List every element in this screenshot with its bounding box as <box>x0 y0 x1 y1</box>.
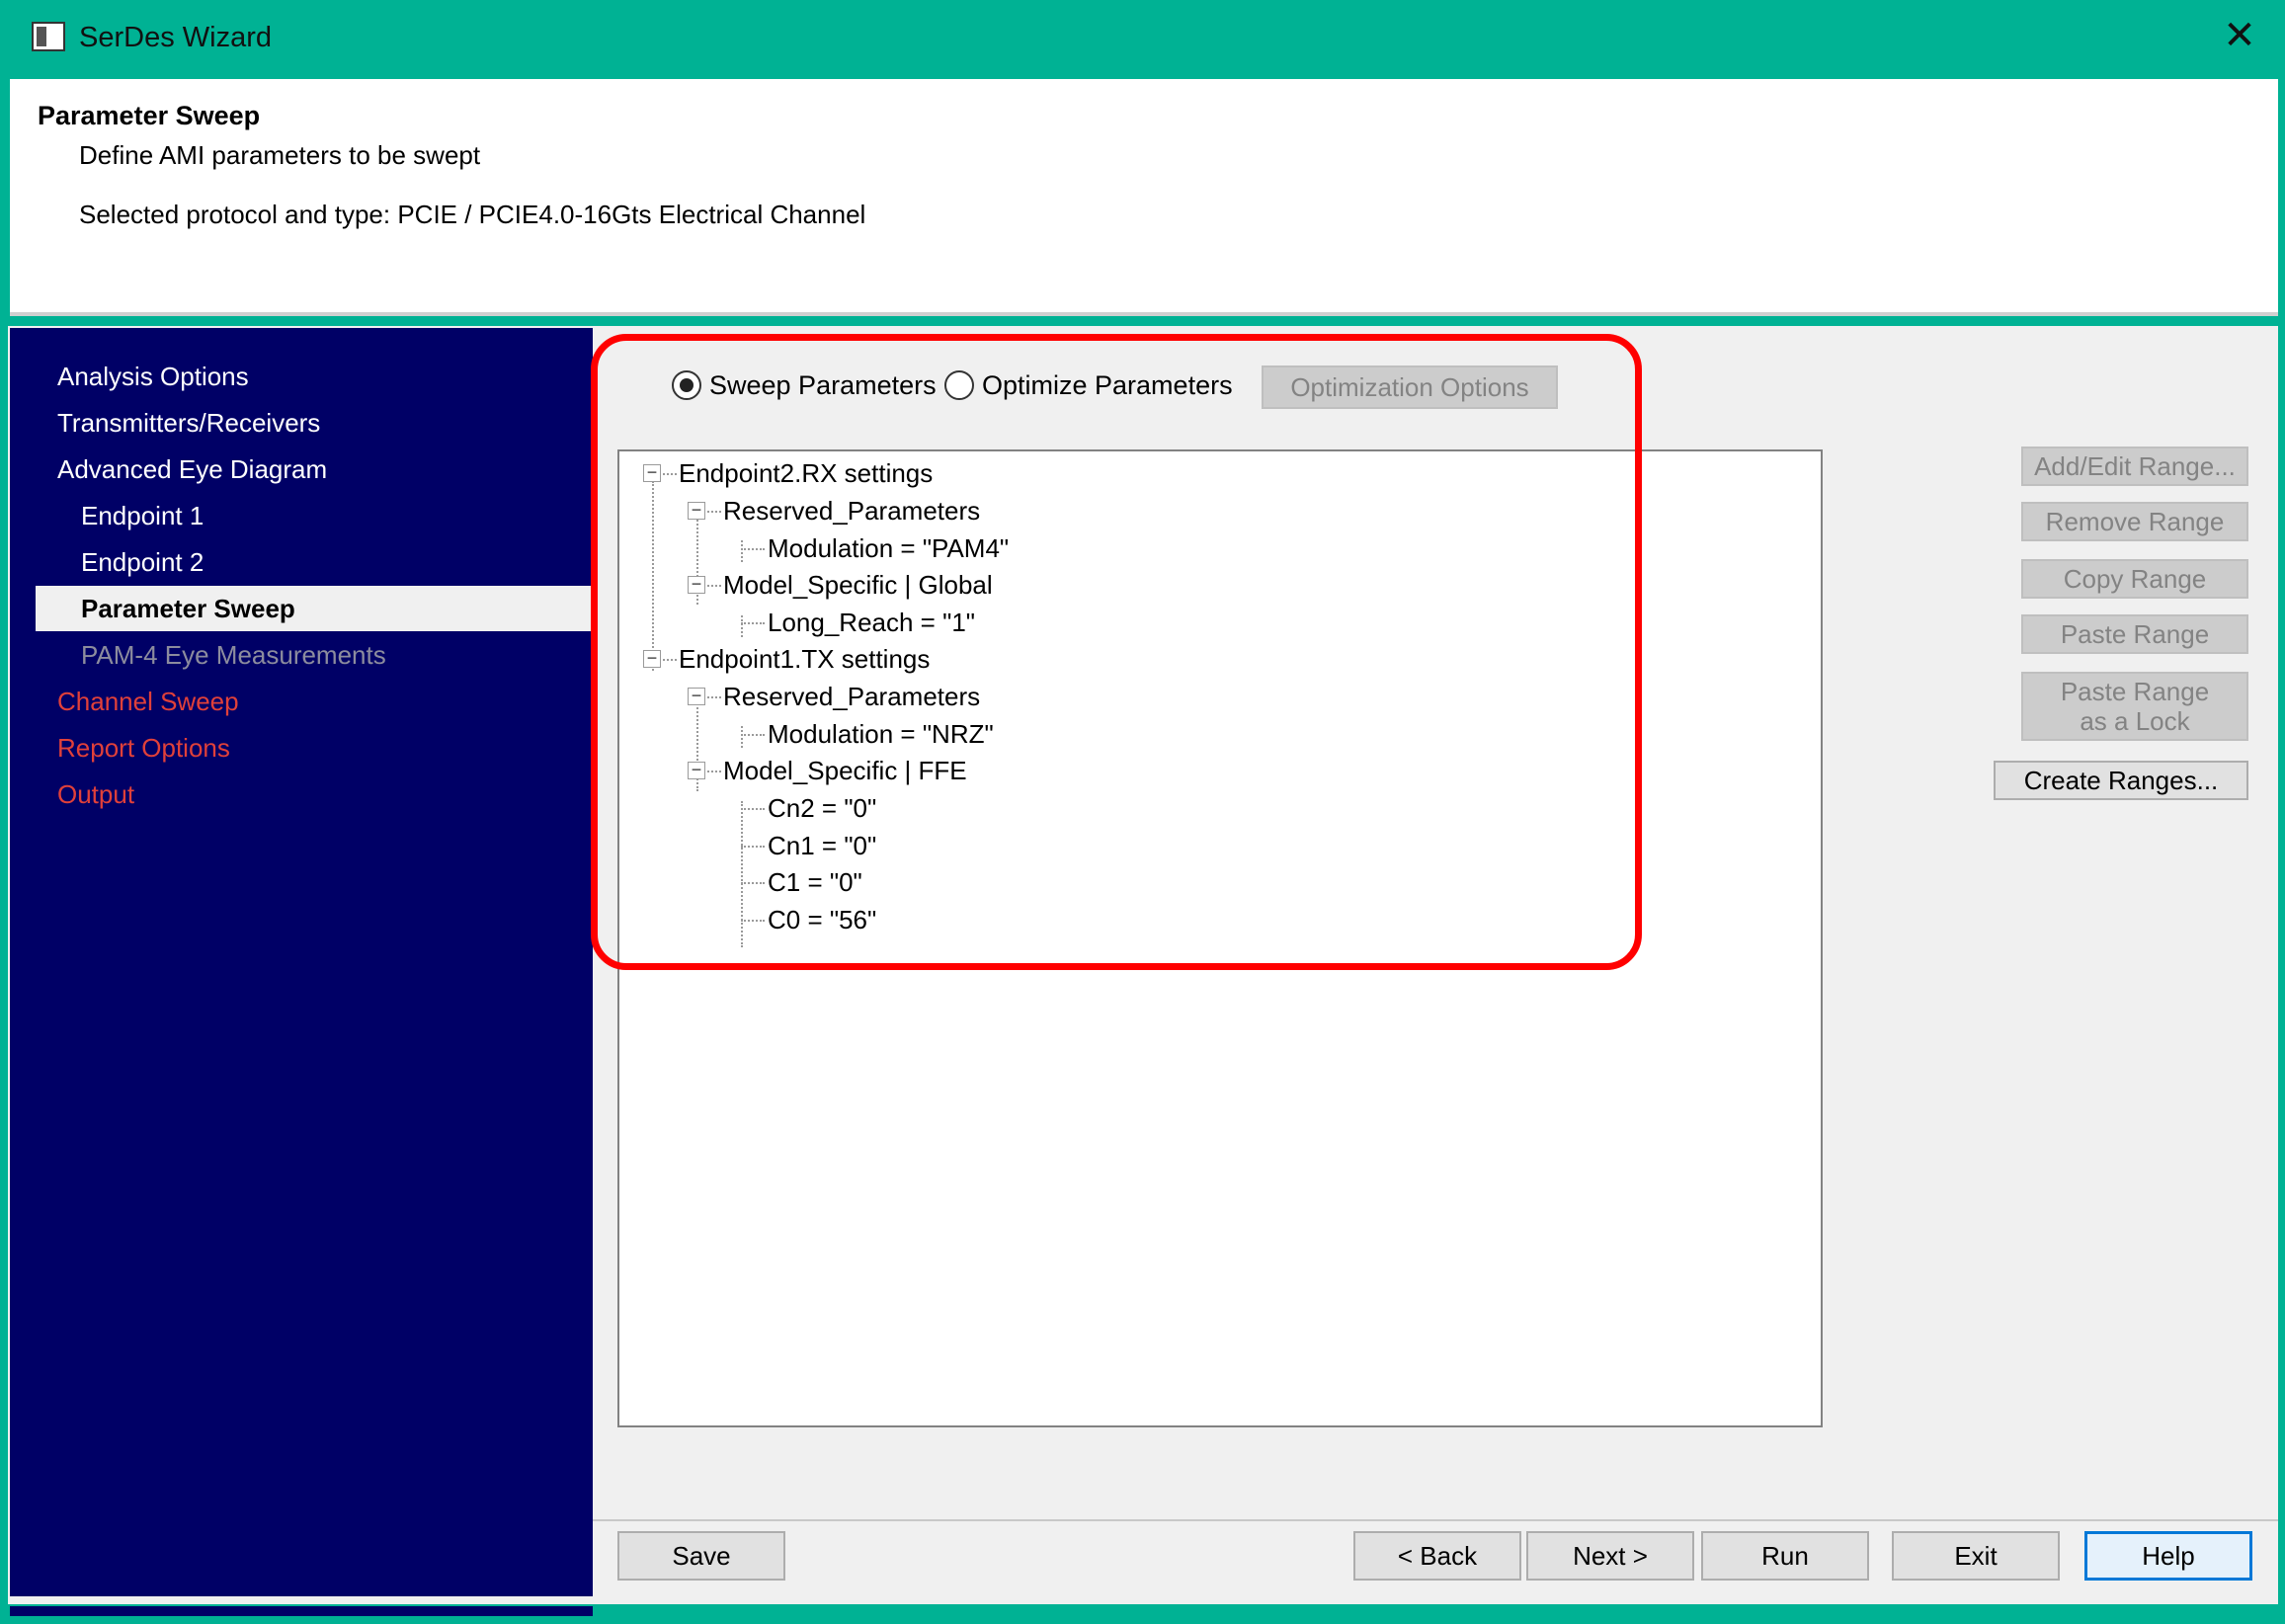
tree-node-parameter[interactable]: Cn2 = "0" <box>768 790 876 826</box>
window-title: SerDes Wizard <box>79 22 272 53</box>
sidebar-item-parameter-sweep[interactable]: Parameter Sweep <box>36 586 599 631</box>
footer-separator <box>593 1519 2278 1521</box>
tree-connector <box>741 801 743 947</box>
tree-node-parameter[interactable]: C0 = "56" <box>768 902 876 937</box>
tree-connector <box>741 622 765 624</box>
parameter-tree[interactable]: − − − − − − Endpoint2.RX settings Reserv… <box>617 449 1823 1427</box>
minus-expander-icon[interactable]: − <box>688 575 705 594</box>
tree-connector <box>741 846 765 848</box>
tree-connector <box>663 473 677 475</box>
minus-expander-icon[interactable]: − <box>688 761 705 779</box>
optimization-options-button: Optimization Options <box>1262 365 1558 409</box>
create-ranges-button[interactable]: Create Ranges... <box>1994 761 2248 800</box>
tree-node-reserved-parameters[interactable]: Reserved_Parameters <box>723 493 980 528</box>
sidebar-item-analysis-options[interactable]: Analysis Options <box>57 354 249 399</box>
sidebar-item-advanced-eye-diagram[interactable]: Advanced Eye Diagram <box>57 447 327 492</box>
tree-connector <box>741 615 743 637</box>
tree-node-model-specific[interactable]: Model_Specific | FFE <box>723 753 967 788</box>
radio-unchecked-icon[interactable] <box>944 370 974 400</box>
sidebar-item-endpoint-2[interactable]: Endpoint 2 <box>81 539 204 585</box>
page-title: Parameter Sweep <box>38 101 261 130</box>
tree-connector <box>741 548 765 550</box>
sidebar-item-output[interactable]: Output <box>57 771 134 817</box>
minus-expander-icon[interactable]: − <box>688 687 705 705</box>
paste-lock-line2: as a Lock <box>2080 706 2190 736</box>
wizard-header: Parameter Sweep Define AMI parameters to… <box>10 79 2278 316</box>
remove-range-button: Remove Range <box>2021 502 2248 541</box>
sweep-parameters-radio[interactable]: Sweep Parameters <box>672 365 937 405</box>
back-button[interactable]: < Back <box>1353 1531 1521 1581</box>
tree-node-parameter[interactable]: Modulation = "PAM4" <box>768 530 1009 566</box>
page-subtitle: Define AMI parameters to be swept <box>79 140 481 170</box>
tree-connector <box>652 481 654 671</box>
optimize-parameters-radio[interactable]: Optimize Parameters <box>944 365 1233 405</box>
sidebar-bottom-strip <box>10 1606 593 1616</box>
add-edit-range-button: Add/Edit Range... <box>2021 447 2248 486</box>
minus-expander-icon[interactable]: − <box>688 501 705 520</box>
copy-range-button: Copy Range <box>2021 559 2248 599</box>
tree-connector <box>741 540 743 562</box>
minus-expander-icon[interactable]: − <box>643 649 661 668</box>
tree-node-parameter[interactable]: Modulation = "NRZ" <box>768 716 994 752</box>
minus-expander-icon[interactable]: − <box>643 463 661 482</box>
tree-node-parameter[interactable]: Cn1 = "0" <box>768 828 876 863</box>
tree-node-parameter[interactable]: C1 = "0" <box>768 864 862 900</box>
close-icon[interactable]: ✕ <box>2220 16 2259 55</box>
tree-node-parameter[interactable]: Long_Reach = "1" <box>768 605 975 640</box>
tree-connector <box>707 771 721 772</box>
tree-connector <box>741 734 765 736</box>
sidebar-item-endpoint-1[interactable]: Endpoint 1 <box>81 493 204 538</box>
wizard-sidebar: Analysis Options Transmitters/Receivers … <box>10 328 599 1596</box>
tree-connector <box>707 511 721 513</box>
run-button[interactable]: Run <box>1701 1531 1869 1581</box>
radio-checked-icon[interactable] <box>672 370 701 400</box>
help-button[interactable]: Help <box>2084 1531 2252 1581</box>
tree-connector <box>707 585 721 587</box>
save-button[interactable]: Save <box>617 1531 785 1581</box>
paste-lock-line1: Paste Range <box>2060 677 2210 706</box>
title-bar[interactable]: SerDes Wizard ✕ <box>0 0 2285 77</box>
protocol-label: Selected protocol and type: PCIE / PCIE4… <box>79 200 866 229</box>
tree-node-model-specific[interactable]: Model_Specific | Global <box>723 567 993 603</box>
tree-node-reserved-parameters[interactable]: Reserved_Parameters <box>723 679 980 714</box>
serdes-wizard-window: SerDes Wizard ✕ Parameter Sweep Define A… <box>0 0 2285 1624</box>
paste-range-as-lock-button: Paste Range as a Lock <box>2021 672 2248 741</box>
tree-connector <box>663 659 677 661</box>
paste-range-button: Paste Range <box>2021 614 2248 654</box>
next-button[interactable]: Next > <box>1526 1531 1694 1581</box>
sidebar-item-pam4-eye-measurements: PAM-4 Eye Measurements <box>81 640 386 670</box>
tree-connector <box>741 808 765 810</box>
optimize-parameters-label: Optimize Parameters <box>982 369 1233 400</box>
tree-node-endpoint1-tx[interactable]: Endpoint1.TX settings <box>679 641 930 677</box>
app-icon <box>32 22 65 51</box>
sidebar-item-report-options[interactable]: Report Options <box>57 725 230 771</box>
tree-connector <box>741 882 765 884</box>
tree-connector <box>741 726 743 748</box>
sidebar-item-channel-sweep[interactable]: Channel Sweep <box>57 679 239 724</box>
exit-button[interactable]: Exit <box>1892 1531 2060 1581</box>
tree-connector <box>707 696 721 698</box>
tree-node-endpoint2-rx[interactable]: Endpoint2.RX settings <box>679 455 933 491</box>
sweep-parameters-label: Sweep Parameters <box>709 369 937 400</box>
sidebar-item-transmitters-receivers[interactable]: Transmitters/Receivers <box>57 400 320 446</box>
tree-connector <box>741 920 765 922</box>
